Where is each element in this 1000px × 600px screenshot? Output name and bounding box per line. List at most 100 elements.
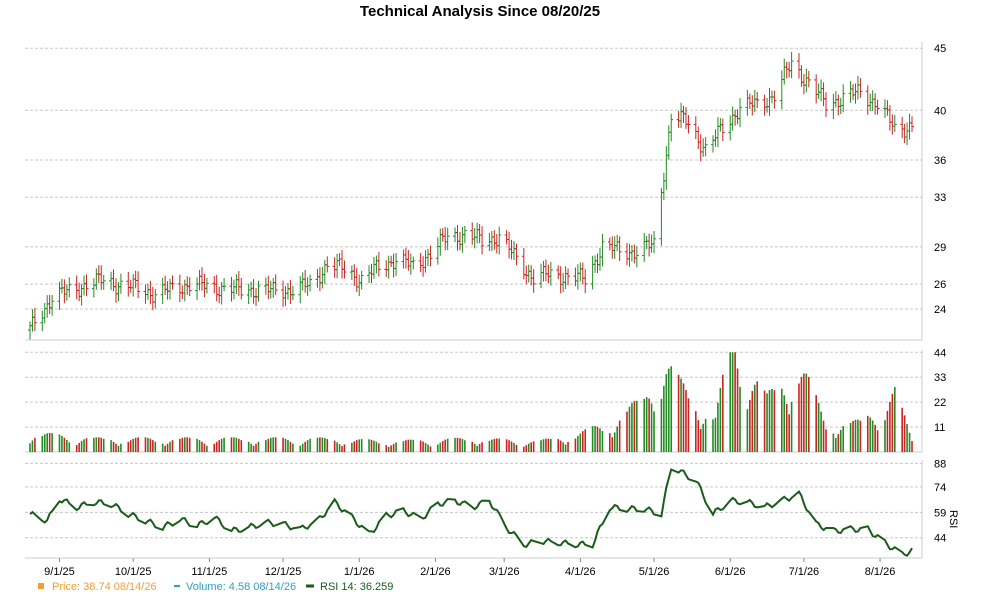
ohlc-bar	[229, 276, 234, 302]
ohlc-bar	[101, 274, 106, 290]
ohlc-bar	[145, 283, 150, 300]
ohlc-bar	[50, 295, 55, 316]
x-tick-label: 2/1/26	[420, 566, 451, 578]
ohlc-bar	[315, 269, 320, 288]
ohlc-bar	[153, 289, 158, 309]
ohlc-bar	[804, 68, 809, 93]
ohlc-bar	[558, 266, 563, 294]
ohlc-bar	[136, 271, 141, 298]
ohlc-bar	[546, 264, 551, 284]
ohlc-bar	[855, 75, 860, 100]
ohlc-bar	[831, 93, 836, 120]
ohlc-bar	[187, 277, 192, 297]
ohlc-bar	[170, 275, 175, 290]
ohlc-bar	[745, 89, 750, 116]
ohlc-bar	[548, 261, 553, 286]
ohlc-bar	[669, 113, 674, 142]
ohlc-bar	[386, 255, 391, 279]
ohlc-bar	[185, 276, 190, 295]
ohlc-bar	[45, 295, 50, 318]
ohlc-bar	[438, 228, 443, 256]
ohlc-bar	[625, 243, 630, 266]
ohlc-bar	[526, 264, 531, 283]
ohlc-bar	[575, 264, 580, 290]
ohlc-bar	[578, 262, 583, 282]
price-legend-swatch	[38, 583, 44, 589]
ohlc-bar	[755, 91, 760, 109]
ohlc-bar	[494, 233, 499, 254]
ohlc-bar	[30, 309, 35, 332]
ohlc-bar	[870, 90, 875, 111]
ohlc-bar	[197, 269, 202, 291]
ohlc-bar	[204, 277, 209, 294]
ohlc-bar	[251, 279, 256, 304]
chart-title: Technical Analysis Since 08/20/25	[360, 3, 600, 20]
ohlc-bar	[887, 105, 892, 131]
rsi-axis-label: RSI	[947, 510, 959, 528]
ohlc-bar	[900, 116, 905, 139]
ohlc-bar	[853, 83, 858, 104]
ohlc-bar	[772, 90, 777, 109]
y-tick-label: 44	[934, 347, 946, 359]
ohlc-bar	[511, 241, 516, 261]
ohlc-bar	[905, 122, 910, 146]
ohlc-bar	[64, 284, 69, 301]
ohlc-bar	[180, 285, 185, 300]
ohlc-bar	[875, 99, 880, 115]
ohlc-bar	[423, 250, 428, 273]
x-tick-label: 9/1/25	[44, 566, 75, 578]
ohlc-bar	[285, 282, 290, 300]
ohlc-bar	[566, 268, 571, 286]
ohlc-bar	[782, 58, 787, 85]
ohlc-bar	[789, 51, 794, 79]
ohlc-bar	[873, 93, 878, 115]
ohlc-bar	[62, 279, 67, 304]
ohlc-bar	[202, 273, 207, 298]
ohlc-bar	[281, 280, 286, 307]
ohlc-bar	[480, 226, 485, 255]
ohlc-bar	[679, 102, 684, 128]
ohlc-bar	[342, 260, 347, 279]
ohlc-bar	[268, 280, 273, 299]
ohlc-bar	[160, 277, 165, 305]
ohlc-bar	[767, 87, 772, 116]
ohlc-bar	[563, 266, 568, 289]
y-tick-label: 11	[934, 422, 945, 434]
ohlc-bar	[391, 253, 396, 278]
ohlc-bar	[163, 275, 168, 296]
ohlc-bar	[750, 95, 755, 116]
volume-panel: 11 22 33 44	[25, 347, 946, 453]
ohlc-bar	[477, 223, 482, 244]
ohlc-bar	[352, 264, 357, 286]
price-panel: 24 26 29 33 36 40 45	[25, 42, 946, 341]
ohlc-bar	[59, 278, 64, 294]
y-tick-label: 44	[934, 533, 946, 545]
y-tick-label: 36	[934, 155, 946, 167]
x-tick-label: 6/1/26	[715, 566, 746, 578]
x-tick-label: 12/1/25	[265, 566, 302, 578]
y-tick-label: 29	[934, 242, 946, 254]
ohlc-bar	[710, 135, 715, 153]
y-tick-label: 40	[934, 105, 946, 117]
ohlc-bar	[116, 281, 121, 302]
x-axis: 9/1/25 10/1/25 11/1/25 12/1/25 1/1/26 2/1/26 3…	[44, 558, 895, 578]
ohlc-bar	[67, 277, 72, 298]
ohlc-bar	[131, 274, 136, 297]
ohlc-bar	[77, 282, 82, 302]
ohlc-bar	[406, 250, 411, 271]
ohlc-bar	[283, 286, 288, 306]
ohlc-bar	[600, 233, 605, 267]
x-tick-label: 4/1/26	[565, 566, 596, 578]
ohlc-bar	[595, 253, 600, 273]
ohlc-bar	[457, 231, 462, 251]
ohlc-bar	[428, 245, 433, 267]
ohlc-bar	[642, 232, 647, 263]
ohlc-bar	[219, 282, 224, 305]
ohlc-bar	[607, 237, 612, 251]
ohlc-bar	[369, 263, 374, 284]
ohlc-bar	[94, 268, 99, 290]
ohlc-bar	[42, 303, 47, 324]
ohlc-bar	[217, 286, 222, 304]
ohlc-bar	[617, 236, 622, 262]
ohlc-bar	[421, 256, 426, 277]
